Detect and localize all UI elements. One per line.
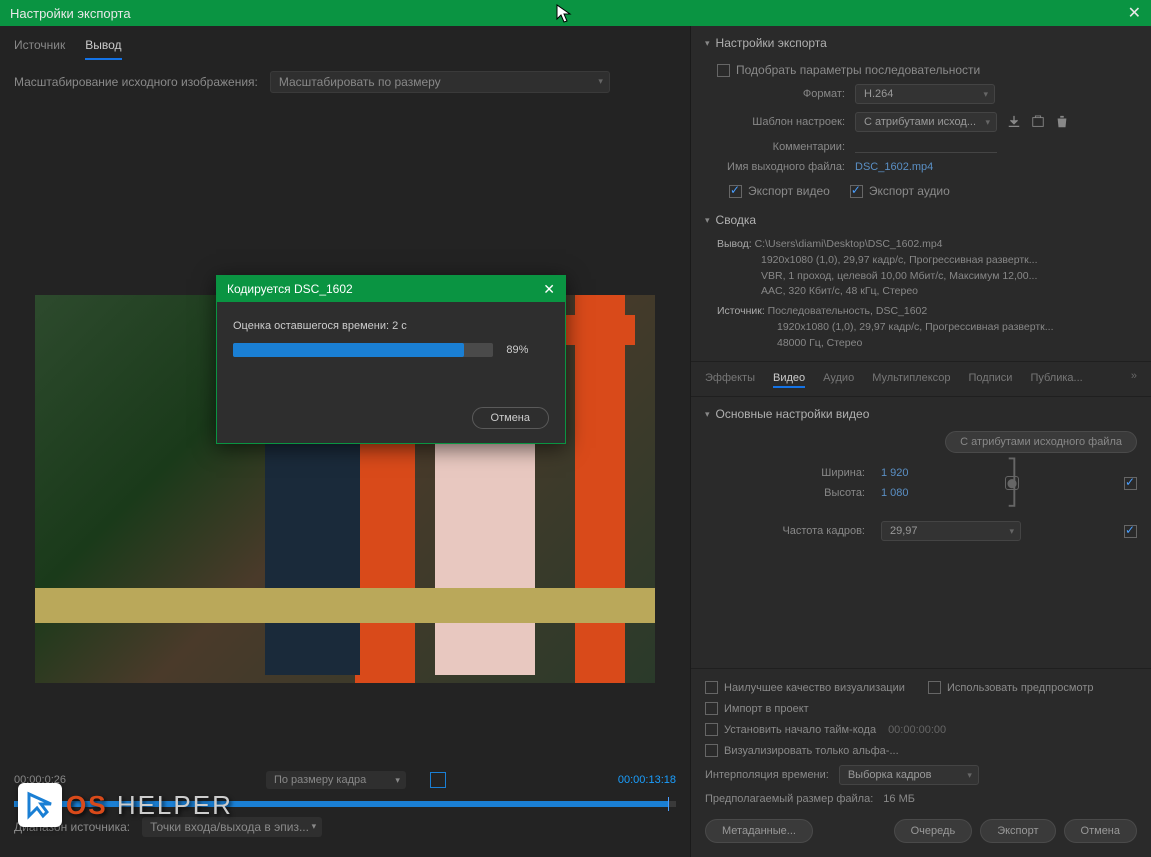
format-dropdown[interactable]: H.264 [855,84,995,104]
export-audio-label: Экспорт аудио [869,184,950,198]
progress-close-icon[interactable]: ✕ [543,281,555,298]
fps-dropdown[interactable]: 29,97 [881,521,1021,541]
est-size-label: Предполагаемый размер файла: [705,793,873,805]
export-audio-checkbox[interactable] [850,185,863,198]
output-name-label: Имя выходного файла: [705,161,845,173]
delete-preset-icon[interactable] [1055,115,1069,129]
export-settings-title[interactable]: Настройки экспорта [705,36,1137,50]
export-settings-section: Настройки экспорта Подобрать параметры п… [691,26,1151,362]
aspect-icon[interactable] [430,772,446,788]
window-title: Настройки экспорта [10,6,131,21]
scale-dropdown[interactable]: Масштабировать по размеру [270,71,610,93]
max-quality-checkbox[interactable] [705,681,718,694]
height-label: Высота: [705,487,865,499]
timecode-right[interactable]: 00:00:13:18 [618,774,676,786]
set-timecode-checkbox[interactable] [705,723,718,736]
summary-block: Вывод: C:\Users\diami\Desktop\DSC_1602.m… [705,237,1137,351]
encoding-progress-dialog: Кодируется DSC_1602 ✕ Оценка оставшегося… [216,275,566,444]
settings-panel: Настройки экспорта Подобрать параметры п… [690,26,1151,857]
bottom-options: Наилучшее качество визуализации Использо… [691,668,1151,857]
progress-dialog-title: Кодируется DSC_1602 [227,282,353,296]
timecode-value[interactable]: 00:00:00:00 [888,724,946,736]
close-icon[interactable]: ✕ [1128,3,1141,23]
width-value[interactable]: 1 920 [881,467,909,479]
summary-source-label: Источник: [717,305,765,317]
tab-source[interactable]: Источник [14,34,65,60]
match-sequence-label: Подобрать параметры последовательности [736,63,980,77]
window-titlebar: Настройки экспорта ✕ [0,0,1151,26]
tab-audio[interactable]: Аудио [823,370,854,388]
dimension-bracket: ⎤ ⬤ ⎦ [1005,464,1019,502]
render-alpha-checkbox[interactable] [705,744,718,757]
preset-dropdown[interactable]: С атрибутами исход... [855,112,997,132]
fps-label: Частота кадров: [705,525,865,537]
progress-percent: 89% [506,344,528,356]
cancel-button[interactable]: Отмена [1064,819,1137,843]
tab-video[interactable]: Видео [773,370,805,388]
match-source-button[interactable]: С атрибутами исходного файла [945,431,1137,453]
format-label: Формат: [705,88,845,100]
scale-label: Масштабирование исходного изображения: [14,75,258,89]
fit-dropdown[interactable]: По размеру кадра [266,771,406,789]
encoder-tabs: Эффекты Видео Аудио Мультиплексор Подпис… [691,362,1151,397]
save-preset-icon[interactable] [1007,115,1021,129]
use-previews-checkbox[interactable] [928,681,941,694]
scale-row: Масштабирование исходного изображения: М… [0,61,690,103]
est-size-value: 16 МБ [883,793,915,805]
match-sequence-checkbox[interactable] [717,64,730,77]
preview-tabs: Источник Вывод [0,26,690,61]
progress-bar [233,343,493,357]
progress-estimate: Оценка оставшегося времени: 2 с [233,320,549,332]
import-project-checkbox[interactable] [705,702,718,715]
progress-dialog-titlebar: Кодируется DSC_1602 ✕ [217,276,565,302]
main-content: Источник Вывод Масштабирование исходного… [0,26,1151,857]
video-settings-title[interactable]: Основные настройки видео [705,407,1137,421]
export-video-checkbox[interactable] [729,185,742,198]
watermark-helper: HELPER [117,790,233,820]
comments-label: Комментарии: [705,141,845,153]
dimensions-match-checkbox[interactable] [1124,477,1137,490]
progress-cancel-button[interactable]: Отмена [472,407,549,429]
queue-button[interactable]: Очередь [894,819,973,843]
width-label: Ширина: [705,467,865,479]
output-name-value[interactable]: DSC_1602.mp4 [855,161,933,173]
import-preset-icon[interactable] [1031,115,1045,129]
metadata-button[interactable]: Метаданные... [705,819,813,843]
watermark-os: OS [66,790,108,820]
export-button[interactable]: Экспорт [980,819,1055,843]
export-video-label: Экспорт видео [748,184,830,198]
tab-multiplexer[interactable]: Мультиплексор [872,370,950,388]
tab-output[interactable]: Вывод [85,34,121,60]
tab-effects[interactable]: Эффекты [705,370,755,388]
tab-publish[interactable]: Публика... [1030,370,1082,388]
preset-label: Шаблон настроек: [705,116,845,128]
video-settings-section: Основные настройки видео С атрибутами ис… [691,397,1151,668]
comments-input[interactable] [855,140,997,153]
summary-title[interactable]: Сводка [705,213,1137,227]
tabs-more-icon[interactable]: » [1131,370,1137,388]
tab-captions[interactable]: Подписи [969,370,1013,388]
watermark: OS HELPER [18,783,233,827]
watermark-icon [18,783,62,827]
summary-output-label: Вывод: [717,238,752,250]
fps-match-checkbox[interactable] [1124,525,1137,538]
interpolation-label: Интерполяция времени: [705,769,829,781]
interpolation-dropdown[interactable]: Выборка кадров [839,765,979,785]
height-value[interactable]: 1 080 [881,487,909,499]
